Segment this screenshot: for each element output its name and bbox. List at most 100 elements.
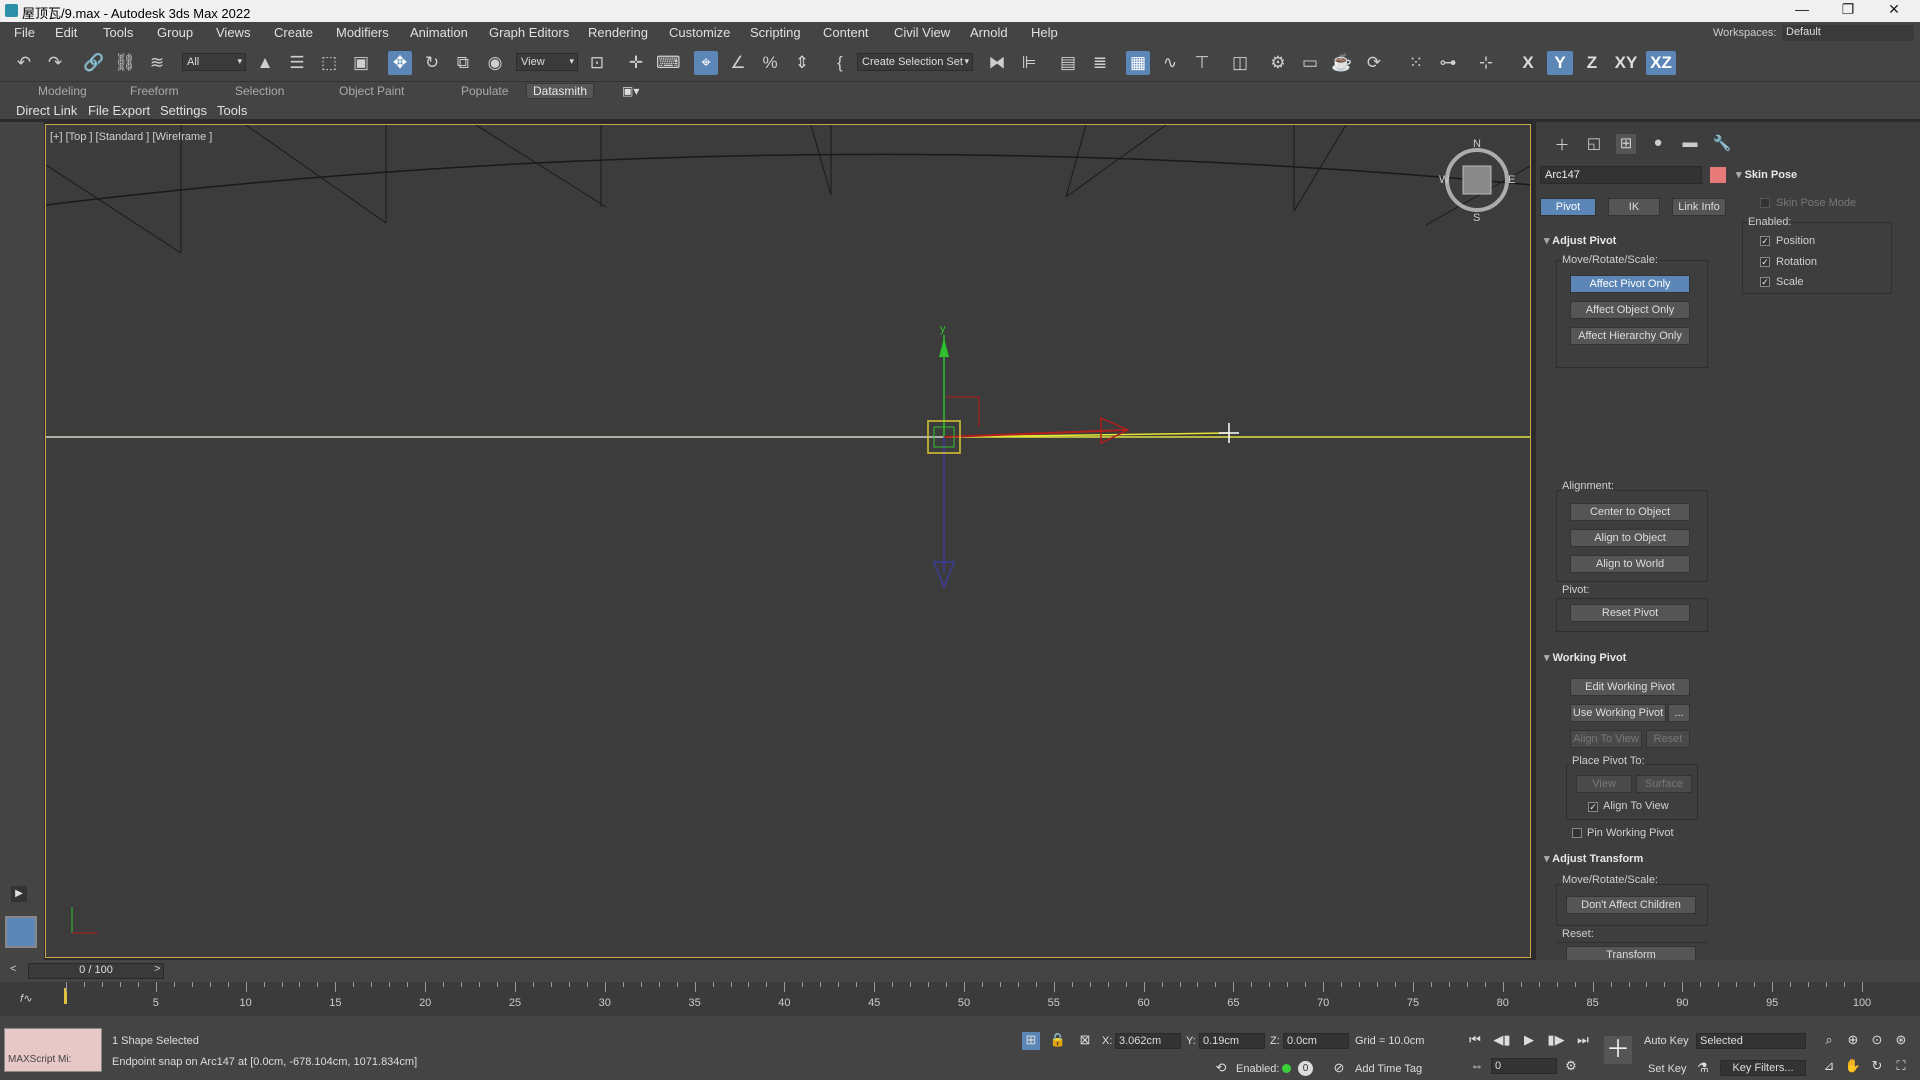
skin-pose-mode-checkbox[interactable] <box>1760 198 1770 208</box>
ik-tab[interactable]: IK <box>1608 198 1660 216</box>
ribbon-tab-selection[interactable]: Selection <box>235 84 284 98</box>
selected-dropdown[interactable]: Selected <box>1696 1033 1806 1049</box>
zoom-extents-icon[interactable]: ⊙ <box>1868 1032 1886 1050</box>
pin-working-pivot-checkbox[interactable] <box>1572 828 1582 838</box>
unlink-icon[interactable]: ⛓ <box>113 51 137 75</box>
next-frame-icon[interactable]: ▮▶ <box>1547 1032 1565 1050</box>
maximize-viewport-icon[interactable]: ⛶ <box>1892 1058 1910 1076</box>
time-prev-button[interactable]: < <box>10 963 16 975</box>
dont-affect-children-button[interactable]: Don't Affect Children <box>1566 896 1696 914</box>
enabled-value[interactable]: 0 <box>1298 1061 1313 1076</box>
key-mode-icon[interactable]: ⇔ <box>1468 1058 1486 1076</box>
x-coordinate-field[interactable]: 3.062cm <box>1115 1033 1181 1049</box>
bind-spacewarp-icon[interactable]: ≋ <box>145 51 169 75</box>
zoom-all-icon[interactable]: ⊕ <box>1844 1032 1862 1050</box>
key-filters-icon[interactable]: ⚗ <box>1694 1060 1712 1078</box>
orbit-icon[interactable]: ↻ <box>1868 1058 1886 1076</box>
material-editor-icon[interactable]: ◫ <box>1228 51 1252 75</box>
menu-help[interactable]: Help <box>1031 25 1058 40</box>
axis-z-button[interactable]: Z <box>1579 51 1605 75</box>
ribbon-tab-modeling[interactable]: Modeling <box>38 84 87 98</box>
schematic-view-icon[interactable]: ⊤ <box>1190 51 1214 75</box>
select-scale-icon[interactable]: ⧉ <box>451 51 475 75</box>
time-config-icon[interactable]: ⚙ <box>1562 1058 1580 1076</box>
adjust-transform-header[interactable]: Adjust Transform <box>1544 852 1643 865</box>
affect-pivot-only-button[interactable]: Affect Pivot Only <box>1570 275 1690 293</box>
align-to-view-checkbox[interactable]: ✓ <box>1588 802 1598 812</box>
top-viewport[interactable]: [+] [Top ] [Standard ] [Wireframe ] y N … <box>45 124 1531 958</box>
create-tab-icon[interactable]: ＋ <box>1552 134 1572 154</box>
select-move-icon[interactable]: ✥ <box>388 51 412 75</box>
snaps-toggle-icon[interactable]: ⌖ <box>694 51 718 75</box>
ribbon-toggle-icon[interactable]: ▦ <box>1126 51 1150 75</box>
scene-explorer-icon[interactable]: ▤ <box>1056 51 1080 75</box>
undo-icon[interactable]: ↶ <box>12 51 36 75</box>
time-next-button[interactable]: > <box>154 963 160 975</box>
menu-civil-view[interactable]: Civil View <box>894 25 950 40</box>
rect-selection-icon[interactable]: ⬚ <box>317 51 341 75</box>
render-iterative-icon[interactable]: ⟳ <box>1362 51 1386 75</box>
spinner-snap-icon[interactable]: ⇕ <box>790 51 814 75</box>
skin-pose-rotation-checkbox[interactable]: ✓ <box>1760 257 1770 267</box>
auto-key-button[interactable]: Auto Key <box>1644 1035 1689 1047</box>
ribbon-tab-freeform[interactable]: Freeform <box>130 84 179 98</box>
vertex-snap-icon[interactable]: ⁙ <box>1404 51 1428 75</box>
menu-animation[interactable]: Animation <box>410 25 468 40</box>
affect-object-only-button[interactable]: Affect Object Only <box>1570 301 1690 319</box>
menu-views[interactable]: Views <box>216 25 250 40</box>
select-place-icon[interactable]: ◉ <box>483 51 507 75</box>
ribbon-tab-populate[interactable]: Populate <box>461 84 508 98</box>
mirror-icon[interactable]: ⧓ <box>985 51 1009 75</box>
named-selection-set-dropdown[interactable]: Create Selection Set <box>857 53 973 71</box>
play-icon[interactable]: ▶ <box>1520 1032 1538 1050</box>
place-surface-button[interactable]: Surface <box>1636 775 1692 793</box>
pivot-center-icon[interactable]: ⊡ <box>585 51 609 75</box>
rendered-frame-icon[interactable]: ▭ <box>1298 51 1322 75</box>
reference-coordinate-dropdown[interactable]: View <box>516 53 578 71</box>
utilities-tab-icon[interactable]: 🔧 <box>1712 134 1732 154</box>
axis-xy-button[interactable]: XY <box>1611 51 1641 75</box>
select-manipulate-icon[interactable]: ✛ <box>624 51 648 75</box>
goto-start-icon[interactable]: ⏮ <box>1466 1032 1484 1050</box>
adjust-pivot-header[interactable]: Adjust Pivot <box>1544 234 1616 247</box>
time-tag-icon[interactable]: ⊘ <box>1330 1060 1348 1078</box>
edit-named-sets-icon[interactable]: { <box>828 51 852 75</box>
align-to-object-button[interactable]: Align to Object <box>1570 529 1690 547</box>
tools-button[interactable]: Tools <box>217 103 247 118</box>
track-bar[interactable]: 𝑓∿ 5 10 15 20 25 30 35 40 45 50 55 60 65 70 75 80 85 90 95… <box>0 982 1920 1016</box>
align-to-view-button[interactable]: Align To View <box>1570 730 1642 748</box>
grid-snap-icon[interactable]: ⊹ <box>1474 51 1498 75</box>
absolute-mode-icon[interactable]: ⊠ <box>1076 1032 1094 1050</box>
menu-edit[interactable]: Edit <box>55 25 77 40</box>
menu-rendering[interactable]: Rendering <box>588 25 648 40</box>
viewport-layout-icon[interactable] <box>5 916 37 948</box>
zoom-icon[interactable]: ⌕ <box>1820 1032 1838 1050</box>
maxscript-listener[interactable] <box>4 1028 102 1072</box>
modify-tab-icon[interactable]: ◱ <box>1584 134 1604 154</box>
time-slider[interactable]: 0 / 100 <box>28 963 164 979</box>
place-view-button[interactable]: View <box>1576 775 1632 793</box>
z-coordinate-field[interactable]: 0.0cm <box>1283 1033 1349 1049</box>
axis-y-button[interactable]: Y <box>1547 51 1573 75</box>
menu-customize[interactable]: Customize <box>669 25 730 40</box>
set-key-button[interactable]: Set Key <box>1648 1063 1687 1075</box>
pan-icon[interactable]: ✋ <box>1844 1058 1862 1076</box>
file-export-button[interactable]: File Export <box>88 103 150 118</box>
skin-pose-position-checkbox[interactable]: ✓ <box>1760 236 1770 246</box>
working-pivot-reset-button[interactable]: Reset <box>1646 730 1690 748</box>
skin-pose-header[interactable]: Skin Pose <box>1736 168 1798 181</box>
selection-filter-dropdown[interactable]: All <box>182 53 246 71</box>
align-icon[interactable]: ⊫ <box>1017 51 1041 75</box>
play-arrow-icon[interactable]: ▶ <box>11 886 27 902</box>
workspaces-dropdown[interactable]: Default <box>1782 25 1914 41</box>
settings-button[interactable]: Settings <box>160 103 207 118</box>
minimize-icon[interactable]: — <box>1786 1 1818 17</box>
set-key-big-icon[interactable]: ＋ <box>1604 1036 1632 1064</box>
working-pivot-header[interactable]: Working Pivot <box>1544 651 1627 664</box>
menu-tools[interactable]: Tools <box>103 25 133 40</box>
direct-link-button[interactable]: Direct Link <box>16 103 77 118</box>
ribbon-tab-datasmith[interactable]: Datasmith <box>526 83 595 99</box>
layer-explorer-icon[interactable]: ≣ <box>1088 51 1112 75</box>
viewport-canvas[interactable]: y N S W E <box>46 125 1531 958</box>
use-working-pivot-button[interactable]: Use Working Pivot <box>1570 704 1666 722</box>
